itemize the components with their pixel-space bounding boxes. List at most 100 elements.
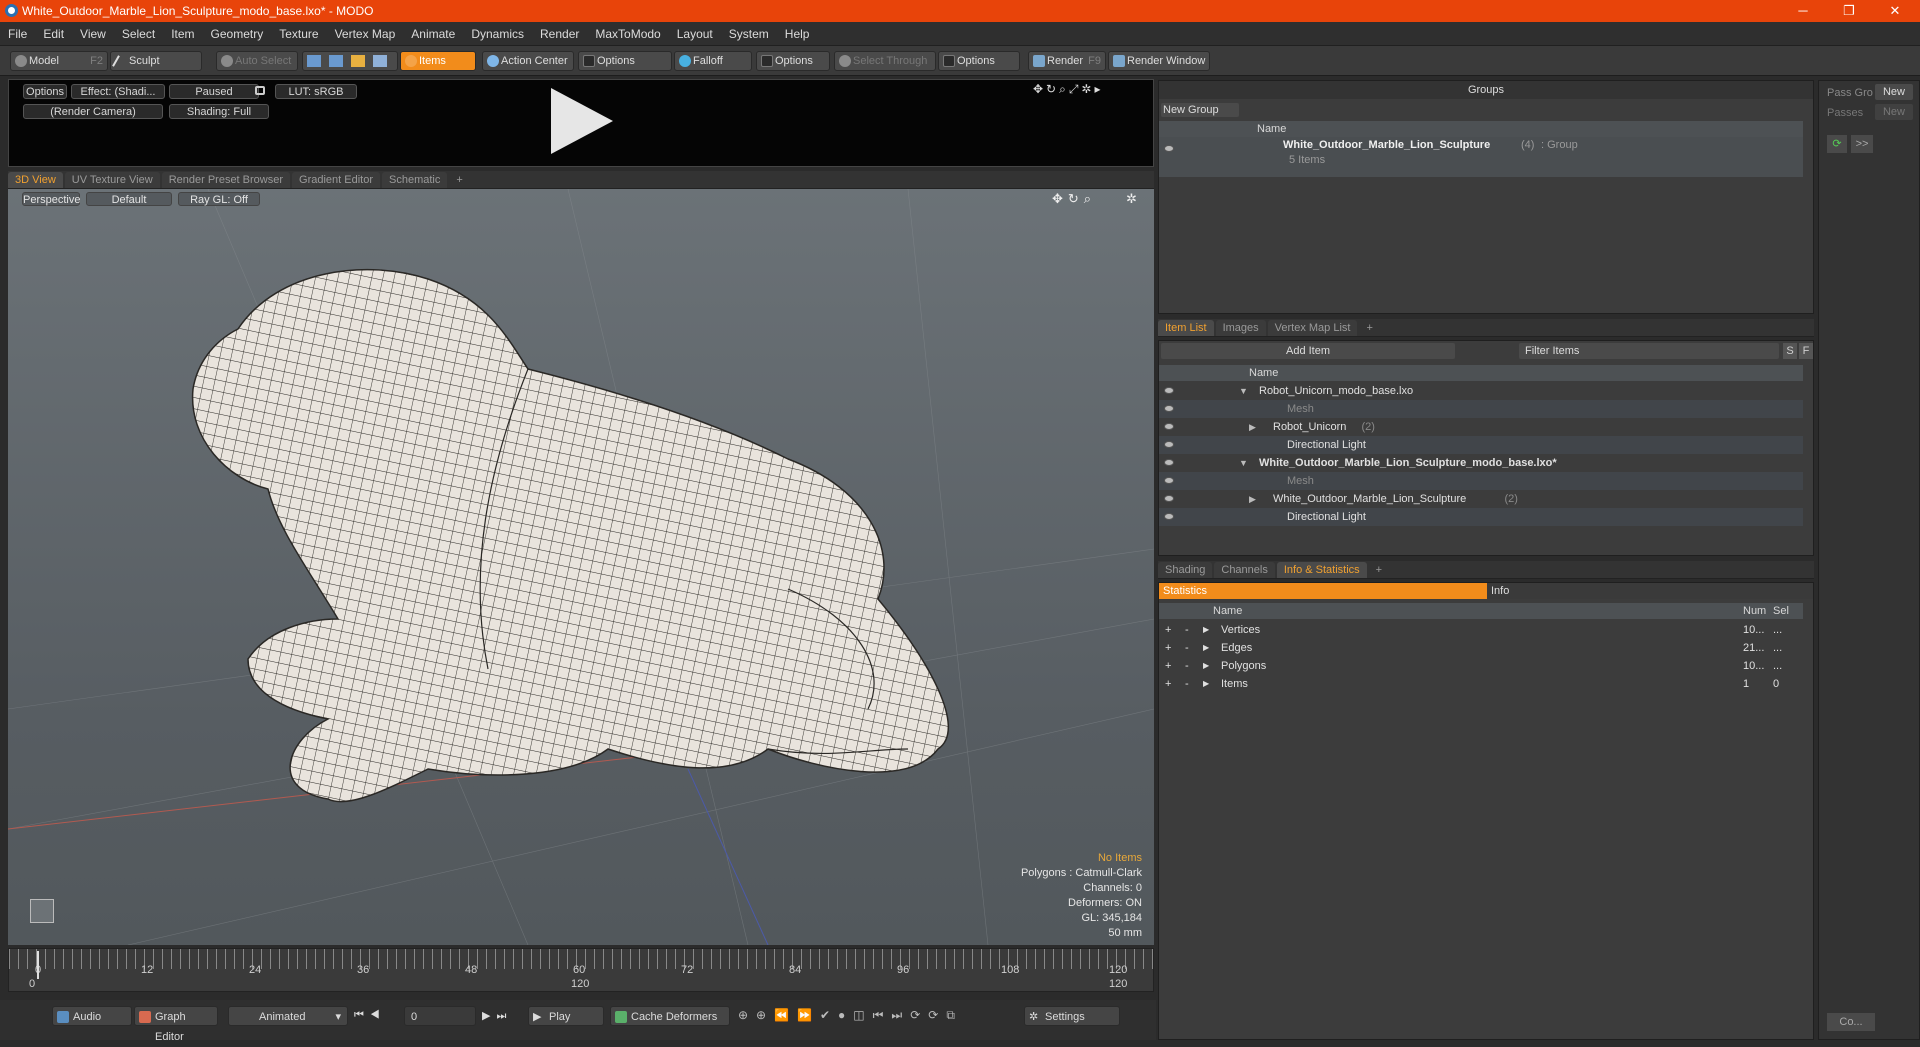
action-center-options-button[interactable]: Options xyxy=(578,51,672,71)
visibility-eye-icon[interactable] xyxy=(1164,387,1174,394)
item-row[interactable]: Directional Light xyxy=(1159,436,1803,454)
frame-field[interactable]: 0 xyxy=(404,1006,476,1026)
default-style-dropdown[interactable]: Default xyxy=(86,192,172,206)
cache-deformers-button[interactable]: Cache Deformers xyxy=(610,1006,730,1026)
timeline[interactable]: 0 12 24 36 48 60 72 84 96 108 120 0 120 … xyxy=(8,948,1154,992)
expand-arrow-icon[interactable]: ▶ xyxy=(1203,675,1209,693)
plus-icon[interactable]: + xyxy=(1165,639,1171,657)
menu-help[interactable]: Help xyxy=(777,27,818,41)
visibility-eye-icon[interactable] xyxy=(1164,477,1174,484)
item-row[interactable]: ▼ Robot_Unicorn_modo_base.lxo xyxy=(1159,382,1803,400)
items-mode-button[interactable]: Items xyxy=(400,51,476,71)
visibility-eye-icon[interactable] xyxy=(1164,513,1174,520)
expand-arrow-icon[interactable]: ▶ xyxy=(1249,418,1256,436)
expand-button[interactable]: >> xyxy=(1851,135,1873,153)
statistics-tab[interactable]: Statistics xyxy=(1159,583,1487,599)
visibility-eye-icon[interactable] xyxy=(1164,459,1174,466)
s-toggle[interactable]: S xyxy=(1783,343,1797,359)
expand-arrow-icon[interactable]: ▶ xyxy=(1203,657,1209,675)
close-button[interactable]: ✕ xyxy=(1872,0,1918,22)
filter-items-input[interactable]: Filter Items xyxy=(1519,343,1779,359)
expand-arrow-icon[interactable]: ▼ xyxy=(1239,382,1248,400)
menu-geometry[interactable]: Geometry xyxy=(203,27,272,41)
tab-uv-texture-view[interactable]: UV Texture View xyxy=(64,172,160,188)
audio-button[interactable]: Audio xyxy=(52,1006,132,1026)
viewport-settings-icon[interactable]: ✲ xyxy=(1126,191,1137,207)
auto-select-button[interactable]: Auto Select xyxy=(216,51,298,71)
menu-render[interactable]: Render xyxy=(532,27,587,41)
lock-icon[interactable] xyxy=(255,86,265,95)
tab-3d-view[interactable]: 3D View xyxy=(8,172,63,188)
preview-nav-icons[interactable]: ✥↻⌕⤢✲▸ xyxy=(1033,82,1104,97)
shading-dropdown[interactable]: Shading: Full xyxy=(169,104,269,119)
minus-icon[interactable]: - xyxy=(1185,639,1189,657)
plus-icon[interactable]: + xyxy=(1165,657,1171,675)
preview-options-button[interactable]: Options xyxy=(23,84,67,99)
expand-arrow-icon[interactable]: ▶ xyxy=(1203,639,1209,657)
f-toggle[interactable]: F xyxy=(1799,343,1813,359)
effect-dropdown[interactable]: Effect: (Shadi... xyxy=(71,84,165,99)
info-tab[interactable]: Info xyxy=(1487,583,1813,599)
perspective-dropdown[interactable]: Perspective xyxy=(22,192,80,206)
expand-arrow-icon[interactable]: ▼ xyxy=(1239,454,1248,472)
settings-button[interactable]: ✲ Settings xyxy=(1024,1006,1120,1026)
vertices-mode-icon[interactable] xyxy=(307,55,321,67)
stat-row[interactable]: + - ▶ Polygons 10...... xyxy=(1159,657,1803,675)
tab-info-statistics[interactable]: Info & Statistics xyxy=(1276,562,1367,578)
item-row[interactable]: ▼ White_Outdoor_Marble_Lion_Sculpture_mod… xyxy=(1159,454,1803,472)
menu-vertex-map[interactable]: Vertex Map xyxy=(327,27,404,41)
tab-gradient-editor[interactable]: Gradient Editor xyxy=(292,172,380,188)
tab-channels[interactable]: Channels xyxy=(1214,562,1275,578)
item-row[interactable]: Mesh xyxy=(1159,400,1803,418)
tab-vertex-map-list[interactable]: Vertex Map List xyxy=(1267,320,1358,336)
menu-texture[interactable]: Texture xyxy=(271,27,326,41)
item-row[interactable]: ▶ Robot_Unicorn (2) xyxy=(1159,418,1803,436)
menu-layout[interactable]: Layout xyxy=(669,27,721,41)
stat-row[interactable]: + - ▶ Vertices 10...... xyxy=(1159,621,1803,639)
materials-mode-icon[interactable] xyxy=(373,55,387,67)
play-preview-icon[interactable] xyxy=(551,88,613,154)
plus-icon[interactable]: + xyxy=(1165,675,1171,693)
menu-select[interactable]: Select xyxy=(114,27,163,41)
tab-render-preset-browser[interactable]: Render Preset Browser xyxy=(161,172,291,188)
skip-back-buttons[interactable]: ⏮◀ xyxy=(354,1009,386,1022)
group-row[interactable]: White_Outdoor_Marble_Lion_Sculpture (4) … xyxy=(1159,137,1803,177)
item-row[interactable]: Directional Light xyxy=(1159,508,1803,526)
visibility-eye-icon[interactable] xyxy=(1164,145,1174,152)
graph-editor-button[interactable]: Graph Editor xyxy=(134,1006,218,1043)
minus-icon[interactable]: - xyxy=(1185,621,1189,639)
play-button[interactable]: ▶ Play xyxy=(528,1006,604,1026)
collapse-button[interactable]: Co... xyxy=(1827,1013,1875,1031)
falloff-options-button[interactable]: Options xyxy=(756,51,830,71)
tab-schematic[interactable]: Schematic xyxy=(382,172,448,188)
menu-view[interactable]: View xyxy=(72,27,114,41)
menu-animate[interactable]: Animate xyxy=(403,27,463,41)
key-buttons[interactable]: ⊕⊕⏪⏩✔●◫⏮⏭⟳⟳⧉ xyxy=(738,1008,963,1023)
plus-icon[interactable]: + xyxy=(1165,621,1171,639)
add-item-button[interactable]: Add Item xyxy=(1161,343,1455,359)
render-camera-dropdown[interactable]: (Render Camera) xyxy=(23,104,163,119)
edges-mode-icon[interactable] xyxy=(329,55,343,67)
menu-dynamics[interactable]: Dynamics xyxy=(463,27,532,41)
menu-edit[interactable]: Edit xyxy=(35,27,72,41)
menu-maxtomodo[interactable]: MaxToModo xyxy=(587,27,668,41)
sculpt-mode-button[interactable]: Sculpt xyxy=(110,51,202,71)
new-pass-group-button[interactable]: New xyxy=(1875,84,1913,100)
expand-arrow-icon[interactable]: ▶ xyxy=(1249,490,1256,508)
falloff-button[interactable]: Falloff xyxy=(674,51,752,71)
minimize-button[interactable]: ─ xyxy=(1780,0,1826,22)
add-tab-button[interactable]: + xyxy=(449,172,469,188)
item-row[interactable]: ▶ White_Outdoor_Marble_Lion_Sculpture (2) xyxy=(1159,490,1803,508)
model-mode-button[interactable]: Model F2 xyxy=(10,51,108,71)
visibility-eye-icon[interactable] xyxy=(1164,423,1174,430)
render-window-button[interactable]: Render Window xyxy=(1108,51,1210,71)
playhead[interactable] xyxy=(37,951,39,979)
animated-dropdown[interactable]: Animated ▾ xyxy=(228,1006,348,1026)
polygons-mode-icon[interactable] xyxy=(351,55,365,67)
item-row[interactable]: Mesh xyxy=(1159,472,1803,490)
visibility-eye-icon[interactable] xyxy=(1164,495,1174,502)
viewport-nav-icons[interactable]: ✥↻⌕ xyxy=(1052,191,1096,207)
visibility-eye-icon[interactable] xyxy=(1164,441,1174,448)
visibility-eye-icon[interactable] xyxy=(1164,405,1174,412)
minus-icon[interactable]: - xyxy=(1185,675,1189,693)
